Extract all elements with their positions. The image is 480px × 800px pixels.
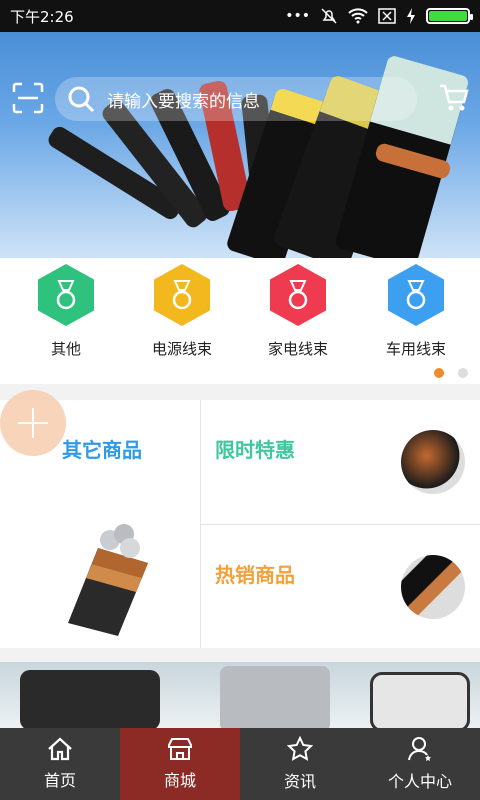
mute-icon (321, 8, 337, 24)
tab-store[interactable]: 商城 (120, 728, 240, 800)
search-input[interactable]: 请输入要搜索的信息 (107, 87, 260, 112)
home-icon (48, 737, 72, 761)
category-vehicle[interactable]: 车用线束 (356, 264, 476, 359)
connector-image (20, 670, 160, 730)
category-power[interactable]: 电源线束 (122, 264, 242, 359)
category-label: 其他 (50, 340, 81, 358)
other-products-title: 其它商品 (62, 438, 142, 462)
hot-products-card[interactable]: 热销商品 (201, 525, 480, 648)
add-button[interactable] (0, 390, 66, 456)
user-icon (408, 737, 431, 761)
cable-product-image (68, 524, 148, 636)
charging-icon (407, 8, 415, 24)
medal-icon (270, 264, 326, 326)
tab-profile[interactable]: 个人中心 (360, 728, 480, 800)
more-icon: ••• (285, 8, 310, 24)
limited-offer-title: 限时特惠 (215, 438, 295, 462)
limited-offer-image (401, 430, 465, 494)
wifi-icon (348, 8, 368, 24)
battery-icon (426, 8, 473, 24)
tab-label: 资讯 (283, 772, 316, 791)
category-row: 其他 电源线束 家电线束 车用线束 (0, 258, 480, 384)
tab-label: 首页 (43, 771, 76, 790)
status-icons: ••• (285, 7, 473, 25)
status-time: 下午2:26 (10, 7, 74, 26)
cart-icon[interactable] (438, 82, 470, 114)
medal-icon (38, 264, 94, 326)
carousel-dot (458, 368, 468, 378)
medal-icon (388, 264, 444, 326)
star-icon (287, 736, 313, 761)
plus-icon (18, 408, 48, 438)
tab-label: 商城 (163, 771, 196, 790)
hot-products-image (401, 555, 465, 619)
category-other[interactable]: 其他 (6, 264, 126, 359)
search-icon (68, 86, 95, 113)
medal-icon (154, 264, 210, 326)
sim-off-icon (378, 8, 396, 24)
search-bar[interactable]: 请输入要搜索的信息 (55, 77, 417, 121)
category-label: 车用线束 (385, 340, 446, 358)
limited-offer-card[interactable]: 限时特惠 (201, 400, 480, 524)
bottom-tab-bar: 首页 商城 资讯 个人中心 (0, 728, 480, 800)
scan-icon[interactable] (12, 82, 44, 114)
promo-section: 其它商品 限时特惠 热销商品 (0, 400, 480, 648)
tab-home[interactable]: 首页 (0, 728, 120, 800)
carousel-dots (434, 368, 468, 378)
category-appliance[interactable]: 家电线束 (238, 264, 358, 359)
tab-label: 个人中心 (387, 772, 452, 791)
category-label: 家电线束 (267, 340, 328, 358)
hero-banner[interactable]: 请输入要搜索的信息 (0, 32, 480, 258)
category-label: 电源线束 (151, 340, 212, 358)
store-icon (168, 738, 192, 760)
hot-products-title: 热销商品 (215, 563, 295, 587)
secondary-banner[interactable] (0, 662, 480, 732)
status-bar: 下午2:26 ••• (0, 0, 480, 32)
connector-image (370, 672, 470, 732)
carousel-dot-active (434, 368, 444, 378)
connector-image (220, 666, 330, 732)
tab-news[interactable]: 资讯 (240, 728, 360, 800)
